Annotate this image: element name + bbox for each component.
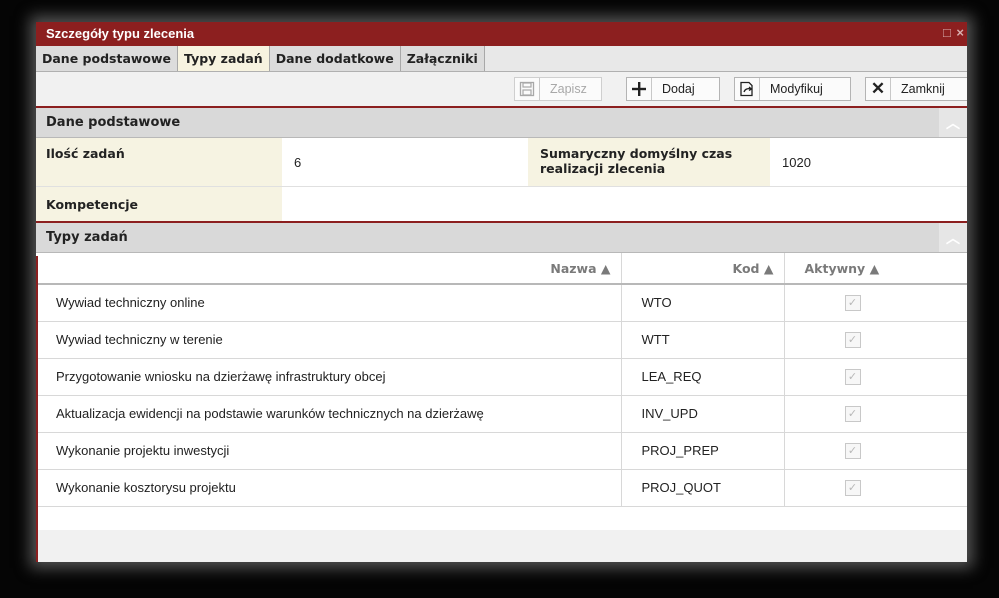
edit-document-icon (735, 78, 760, 100)
table-row[interactable]: Wywiad techniczny w terenie WTT ✓ (36, 321, 967, 359)
tab-additional-data[interactable]: Dane dodatkowe (269, 46, 401, 71)
task-active-cell: ✓ (784, 395, 967, 433)
checkmark-icon: ✓ (847, 371, 858, 383)
column-header-name[interactable]: Nazwa ▲ (36, 253, 622, 285)
tab-label: Dane podstawowe (42, 51, 172, 66)
plus-icon (627, 78, 652, 100)
default-time-value: 1020 (782, 154, 811, 170)
checkmark-icon: ✓ (847, 334, 858, 346)
task-code-cell: INV_UPD (621, 395, 785, 433)
table-row[interactable]: Wykonanie kosztorysu projektu PROJ_QUOT … (36, 469, 967, 507)
competences-value (282, 187, 967, 221)
basic-data-row: Kompetencje (36, 187, 967, 223)
column-label: Aktywny (804, 260, 866, 276)
window-titlebar[interactable]: Szczegóły typu zlecenia □ × (36, 22, 967, 46)
table-row[interactable]: Aktualizacja ewidencji na podstawie waru… (36, 395, 967, 433)
task-types-table: Nazwa ▲ Kod ▲ Aktywny ▲ Wywiad techniczn… (36, 253, 967, 507)
save-button[interactable]: Zapisz (514, 77, 602, 101)
task-name-cell: Wywiad techniczny online (36, 284, 622, 322)
tab-task-types[interactable]: Typy zadań (178, 46, 270, 71)
task-active-cell: ✓ (784, 358, 967, 396)
active-checkbox[interactable]: ✓ (844, 368, 861, 385)
task-types-section-header[interactable]: Typy zadań ︿ (36, 223, 967, 253)
window-title: Szczegóły typu zlecenia (46, 26, 195, 41)
chevron-up-icon[interactable]: ︿ (939, 223, 967, 252)
column-label: Nazwa (550, 260, 597, 276)
active-checkbox[interactable]: ✓ (844, 405, 861, 422)
tab-bar-fill (484, 46, 967, 71)
task-code-cell: LEA_REQ (621, 358, 785, 396)
tab-label: Typy zadań (184, 51, 263, 66)
basic-data-section-header[interactable]: Dane podstawowe ︿ (36, 108, 967, 138)
task-name-cell: Wykonanie kosztorysu projektu (36, 469, 622, 507)
add-button[interactable]: Dodaj (626, 77, 720, 101)
save-label: Zapisz (550, 82, 587, 96)
task-name-cell: Wykonanie projektu inwestycji (36, 432, 622, 470)
basic-data-row: Ilość zadań 6 Sumaryczny domyślny czas r… (36, 138, 967, 187)
active-checkbox[interactable]: ✓ (844, 294, 861, 311)
modify-label: Modyfikuj (770, 82, 823, 96)
task-count-label: Ilość zadań (36, 138, 282, 186)
floppy-disk-icon (515, 78, 540, 100)
task-count-value: 6 (294, 154, 302, 170)
section-title: Dane podstawowe (46, 115, 181, 130)
section-title: Typy zadań (46, 230, 128, 245)
task-active-cell: ✓ (784, 432, 967, 470)
column-label: Kod (732, 260, 760, 276)
add-label: Dodaj (662, 82, 695, 96)
table-header-row: Nazwa ▲ Kod ▲ Aktywny ▲ (36, 253, 967, 285)
task-active-cell: ✓ (784, 469, 967, 507)
close-label: Zamknij (901, 82, 945, 96)
column-header-code[interactable]: Kod ▲ (621, 253, 785, 285)
task-name-cell: Aktualizacja ewidencji na podstawie waru… (36, 395, 622, 433)
task-active-cell: ✓ (784, 284, 967, 322)
default-time-label: Sumaryczny domyślny czas realizacji zlec… (528, 138, 770, 186)
modify-button[interactable]: Modyfikuj (734, 77, 851, 101)
active-checkbox[interactable]: ✓ (844, 479, 861, 496)
window-controls[interactable]: □ × (943, 25, 965, 40)
checkmark-icon: ✓ (847, 297, 858, 310)
tab-label: Załączniki (406, 51, 478, 66)
checkmark-icon: ✓ (847, 408, 858, 420)
toolbar: Zapisz Dodaj Modyfikuj ✕ Zamknij (36, 72, 967, 108)
sort-ascending-icon: ▲ (600, 260, 611, 276)
tab-label: Dane dodatkowe (275, 51, 394, 66)
task-active-cell: ✓ (784, 321, 967, 359)
close-icon: ✕ (866, 78, 891, 100)
basic-data-grid: Ilość zadań 6 Sumaryczny domyślny czas r… (36, 138, 967, 223)
window-footer (36, 530, 967, 562)
table-row[interactable]: Przygotowanie wniosku na dzierżawę infra… (36, 358, 967, 396)
task-code-cell: PROJ_PREP (621, 432, 785, 470)
active-checkbox[interactable]: ✓ (844, 442, 861, 459)
chevron-up-icon[interactable]: ︿ (939, 108, 967, 137)
tab-bar: Dane podstawowe Typy zadań Dane dodatkow… (36, 46, 967, 72)
active-checkbox[interactable]: ✓ (844, 331, 861, 348)
order-type-details-window: Szczegóły typu zlecenia □ × Dane podstaw… (36, 22, 967, 562)
tab-attachments[interactable]: Załączniki (400, 46, 485, 71)
checkmark-icon: ✓ (847, 445, 858, 457)
task-code-cell: WTT (621, 321, 785, 359)
accent-divider (36, 256, 38, 562)
table-row[interactable]: Wykonanie projektu inwestycji PROJ_PREP … (36, 432, 967, 470)
task-code-cell: PROJ_QUOT (621, 469, 785, 507)
checkmark-icon: ✓ (847, 482, 858, 494)
competences-label: Kompetencje (36, 187, 282, 221)
tab-basic-data[interactable]: Dane podstawowe (36, 46, 179, 71)
sort-ascending-icon: ▲ (869, 260, 880, 276)
task-code-cell: WTO (621, 284, 785, 322)
column-header-active[interactable]: Aktywny ▲ (784, 253, 967, 285)
close-button[interactable]: ✕ Zamknij (865, 77, 967, 101)
task-name-cell: Przygotowanie wniosku na dzierżawę infra… (36, 358, 622, 396)
sort-ascending-icon: ▲ (763, 260, 774, 276)
task-name-cell: Wywiad techniczny w terenie (36, 321, 622, 359)
table-row[interactable]: Wywiad techniczny online WTO ✓ (36, 284, 967, 322)
